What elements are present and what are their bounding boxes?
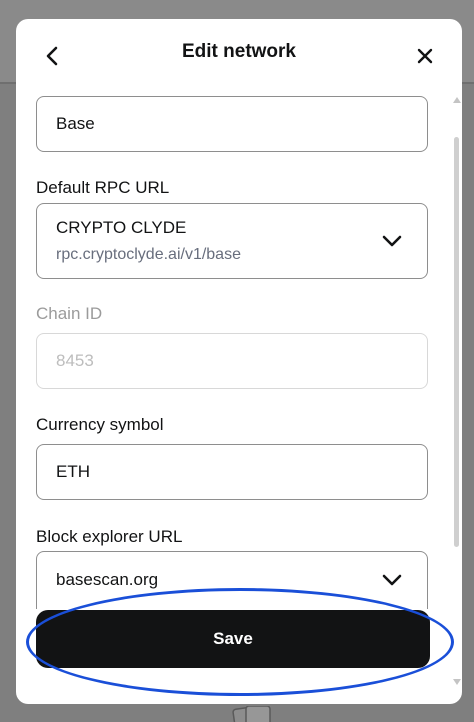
chevron-left-icon	[46, 46, 58, 66]
close-icon	[417, 48, 433, 64]
scroll-up-arrow[interactable]	[453, 97, 461, 103]
chain-id-label: Chain ID	[36, 304, 103, 323]
close-button[interactable]	[410, 41, 440, 71]
scroll-thumb[interactable]	[454, 137, 459, 547]
scrollbar[interactable]	[452, 89, 462, 704]
rpc-url-select[interactable]: CRYPTO CLYDE rpc.cryptoclyde.ai/v1/base	[36, 203, 428, 279]
edit-network-modal: Edit network Base Default RPC URL CRYPTO…	[16, 19, 462, 704]
chevron-down-icon	[382, 235, 402, 247]
currency-symbol-label: Currency symbol	[36, 415, 164, 434]
background-cards-icon	[232, 706, 271, 722]
rpc-url-label: Default RPC URL	[36, 178, 170, 197]
block-explorer-select[interactable]: basescan.org	[36, 551, 428, 609]
back-button[interactable]	[38, 41, 68, 71]
block-explorer-value: basescan.org	[56, 570, 159, 589]
currency-symbol-input[interactable]: ETH	[36, 444, 428, 500]
save-button[interactable]: Save	[36, 610, 430, 668]
rpc-provider-name: CRYPTO CLYDE	[56, 218, 187, 237]
modal-header: Edit network	[16, 19, 462, 89]
network-name-input[interactable]: Base	[36, 96, 428, 152]
page-title: Edit network	[181, 41, 296, 62]
modal-scroll-content[interactable]: Base Default RPC URL CRYPTO CLYDE rpc.cr…	[16, 89, 462, 609]
block-explorer-label: Block explorer URL	[36, 527, 183, 546]
chevron-down-icon	[382, 574, 402, 586]
chain-id-input: 8453	[36, 333, 428, 389]
scroll-down-arrow[interactable]	[453, 679, 461, 685]
rpc-provider-url: rpc.cryptoclyde.ai/v1/base	[56, 246, 241, 263]
